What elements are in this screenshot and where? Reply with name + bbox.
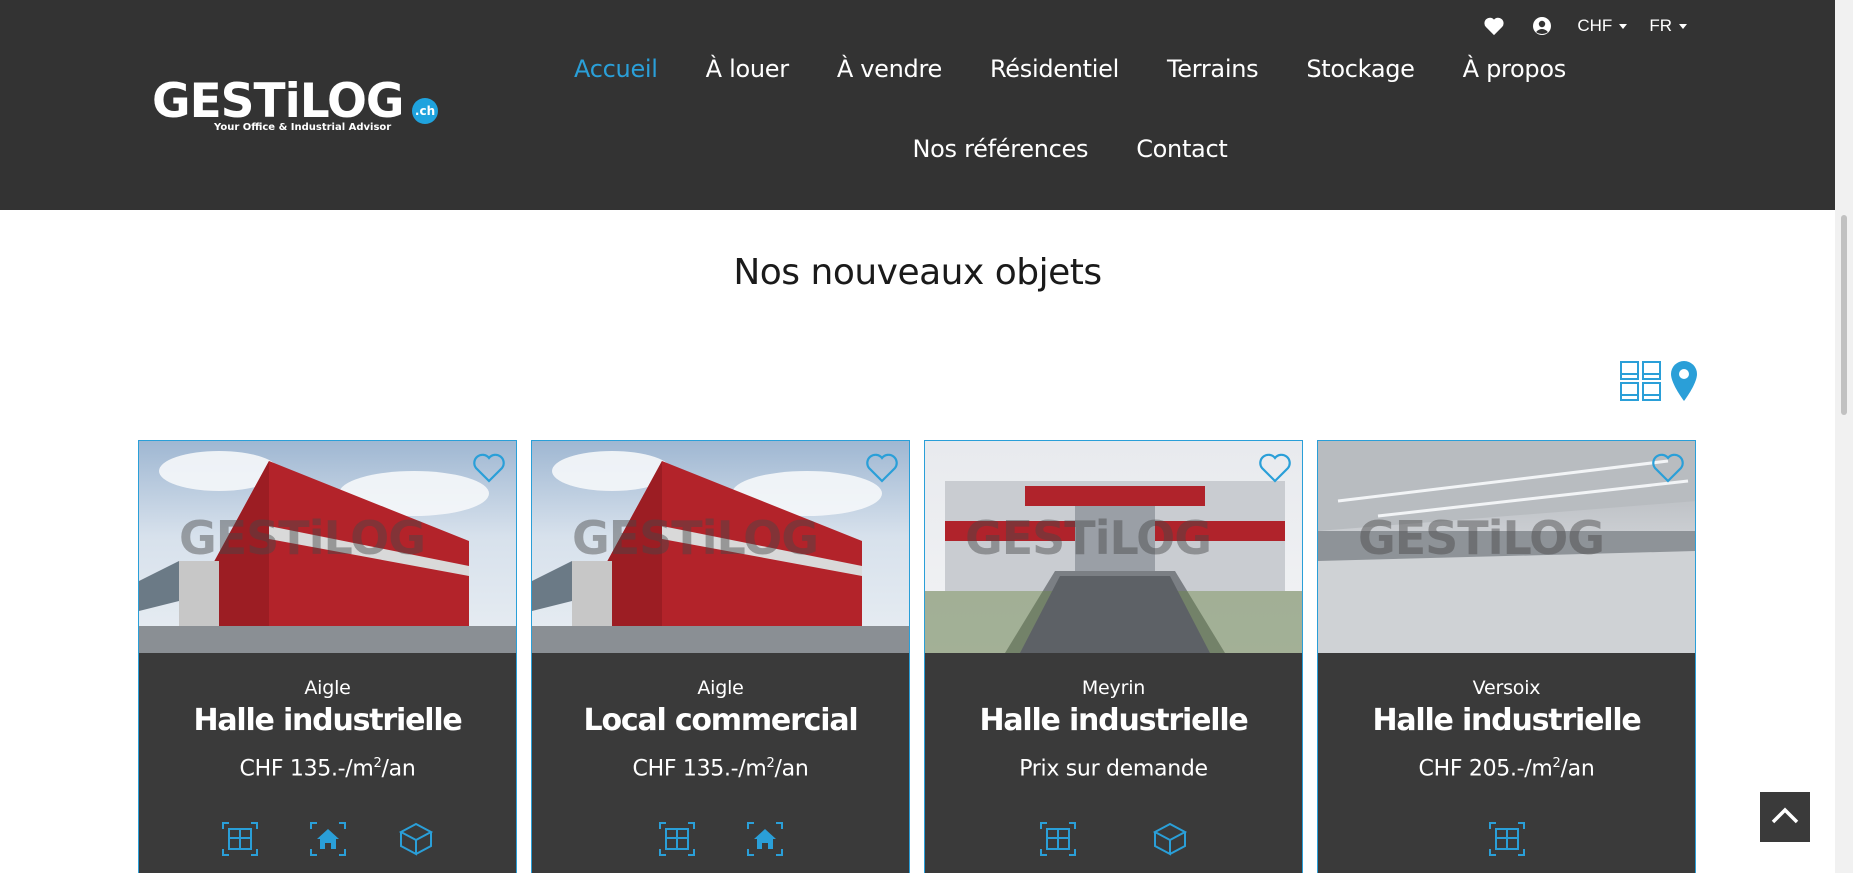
nav-item-contact[interactable]: Contact (1136, 135, 1228, 215)
nav-item-references[interactable]: Nos références (913, 135, 1089, 215)
floor-plan-icon[interactable] (658, 821, 696, 857)
logo-tagline: Your Office & Industrial Advisor (214, 122, 392, 133)
listing-city: Meyrin (1081, 677, 1146, 699)
listing-info: Meyrin Halle industrielle Prix sur deman… (925, 653, 1302, 857)
brand-logo[interactable]: GESTiLOG .ch Your Office & Industrial Ad… (152, 74, 442, 138)
watermark-logo: GESTiLOG (179, 511, 426, 565)
listing-photo[interactable]: GESTiLOG (1318, 441, 1695, 653)
main-nav: Accueil À louer À vendre Résidentiel Ter… (560, 55, 1580, 215)
listing-price: CHF 135.-/m2/an (239, 756, 416, 782)
nav-row-secondary: Nos références Contact (560, 135, 1580, 215)
listing-city: Aigle (697, 677, 744, 699)
caret-down-icon (1619, 23, 1628, 29)
listing-card[interactable]: GESTiLOG Aigle Local commercial CHF 135.… (531, 440, 910, 873)
caret-down-icon (1679, 23, 1687, 29)
floor-plan-icon[interactable] (1039, 821, 1077, 857)
view-toggle (1620, 360, 1698, 406)
listing-city: Versoix (1472, 677, 1541, 699)
favorite-heart-icon[interactable] (472, 453, 506, 483)
3d-cube-icon[interactable] (1151, 821, 1189, 857)
home-icon[interactable] (309, 821, 347, 857)
grid-view-icon[interactable] (1620, 360, 1662, 406)
watermark-logo: GESTiLOG (572, 511, 819, 565)
nav-item-terrains[interactable]: Terrains (1167, 55, 1259, 135)
watermark-logo: GESTiLOG (965, 511, 1212, 565)
nav-row-primary: Accueil À louer À vendre Résidentiel Ter… (560, 55, 1580, 135)
map-pin-icon[interactable] (1670, 360, 1698, 406)
listing-city: Aigle (304, 677, 351, 699)
favorite-heart-icon[interactable] (865, 453, 899, 483)
listing-card[interactable]: GESTiLOG Aigle Halle industrielle CHF 13… (138, 440, 517, 873)
listing-features (1318, 821, 1695, 857)
nav-item-accueil[interactable]: Accueil (574, 55, 658, 135)
currency-label: CHF (1577, 16, 1613, 35)
section-title: Nos nouveaux objets (733, 252, 1102, 293)
language-dropdown[interactable]: FR (1649, 16, 1687, 36)
nav-item-a-louer[interactable]: À louer (706, 55, 789, 135)
floor-plan-icon[interactable] (221, 821, 259, 857)
watermark-logo: GESTiLOG (1358, 511, 1605, 565)
listing-info: Aigle Halle industrielle CHF 135.-/m2/an (139, 653, 516, 857)
back-to-top-button[interactable] (1760, 792, 1810, 842)
listing-photo[interactable]: GESTiLOG (925, 441, 1302, 653)
listing-features (139, 821, 516, 857)
listing-type[interactable]: Halle industrielle (925, 703, 1302, 738)
favorite-heart-icon[interactable] (1651, 453, 1685, 483)
3d-cube-icon[interactable] (397, 821, 435, 857)
currency-dropdown[interactable]: CHF (1577, 16, 1628, 36)
floor-plan-icon[interactable] (1488, 821, 1526, 857)
listing-features (925, 821, 1302, 857)
nav-item-a-vendre[interactable]: À vendre (837, 55, 942, 135)
listing-type[interactable]: Local commercial (532, 703, 909, 738)
listing-price: CHF 135.-/m2/an (632, 756, 809, 782)
user-circle-icon[interactable] (1529, 13, 1555, 39)
top-utility-bar: CHF FR (1481, 10, 1687, 42)
nav-item-a-propos[interactable]: À propos (1463, 55, 1567, 135)
listing-info: Aigle Local commercial CHF 135.-/m2/an (532, 653, 909, 857)
listing-price: CHF 205.-/m2/an (1418, 756, 1595, 782)
nav-item-stockage[interactable]: Stockage (1306, 55, 1415, 135)
site-header: GESTiLOG .ch Your Office & Industrial Ad… (0, 0, 1835, 210)
listing-photo[interactable]: GESTiLOG (139, 441, 516, 653)
chevron-up-icon (1771, 806, 1799, 828)
listing-grid: GESTiLOG Aigle Halle industrielle CHF 13… (138, 440, 1696, 873)
listing-features (532, 821, 909, 857)
language-label: FR (1649, 16, 1672, 35)
listing-card[interactable]: GESTiLOG Versoix Halle industrielle CHF … (1317, 440, 1696, 873)
scrollbar-thumb[interactable] (1841, 215, 1847, 415)
listing-type[interactable]: Halle industrielle (139, 703, 516, 738)
page-scrollbar[interactable] (1835, 0, 1853, 873)
logo-ch-badge: .ch (412, 98, 438, 124)
home-icon[interactable] (746, 821, 784, 857)
listing-card[interactable]: GESTiLOG Meyrin Halle industrielle Prix … (924, 440, 1303, 873)
favorite-heart-icon[interactable] (1258, 453, 1292, 483)
heart-icon[interactable] (1481, 13, 1507, 39)
listing-type[interactable]: Halle industrielle (1318, 703, 1695, 738)
listing-info: Versoix Halle industrielle CHF 205.-/m2/… (1318, 653, 1695, 857)
listing-price: Prix sur demande (1019, 756, 1208, 782)
nav-item-residentiel[interactable]: Résidentiel (990, 55, 1119, 135)
listing-photo[interactable]: GESTiLOG (532, 441, 909, 653)
